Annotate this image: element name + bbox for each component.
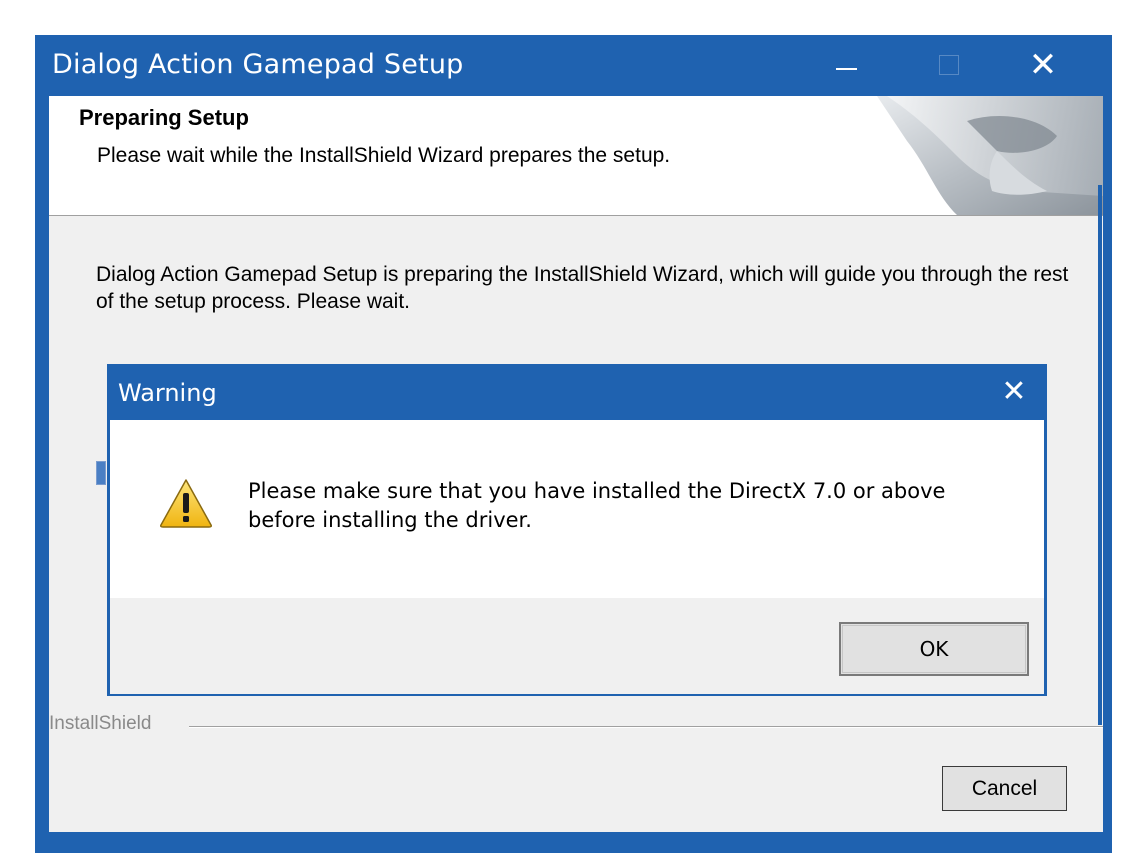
cancel-button[interactable]: Cancel <box>942 766 1067 811</box>
header-subtitle: Please wait while the InstallShield Wiza… <box>97 144 671 167</box>
ok-button[interactable]: OK <box>839 622 1029 676</box>
progress-bar <box>96 461 106 485</box>
separator-line <box>189 726 1103 728</box>
close-button[interactable]: ✕ <box>1010 35 1076 96</box>
close-icon: ✕ <box>1028 45 1058 85</box>
preparing-message: Dialog Action Gamepad Setup is preparing… <box>96 263 1069 313</box>
wizard-header: Preparing Setup Please wait while the In… <box>49 96 1103 216</box>
warning-dialog: Warning ✕ Please make sure that you have… <box>107 364 1047 696</box>
warning-icon <box>160 479 212 528</box>
setup-window-title: Dialog Action Gamepad Setup <box>52 49 464 80</box>
warning-message: Please make sure that you have installed… <box>248 479 946 532</box>
maximize-icon <box>939 55 959 75</box>
installshield-label: InstallShield <box>49 713 160 735</box>
warning-close-button[interactable]: ✕ <box>992 370 1036 414</box>
header-title: Preparing Setup <box>79 105 249 130</box>
installshield-corner-art-icon <box>877 96 1103 215</box>
minimize-icon <box>836 68 857 70</box>
warning-title: Warning <box>118 379 217 407</box>
background-window-edge <box>1098 185 1102 725</box>
warning-titlebar[interactable]: Warning ✕ <box>107 364 1047 420</box>
warning-message-area: Please make sure that you have installed… <box>110 420 1044 598</box>
close-icon: ✕ <box>1001 374 1027 409</box>
setup-titlebar[interactable]: Dialog Action Gamepad Setup ✕ <box>35 35 1112 96</box>
minimize-button[interactable] <box>815 35 881 96</box>
warning-body: Please make sure that you have installed… <box>110 420 1044 694</box>
maximize-button <box>915 35 981 96</box>
